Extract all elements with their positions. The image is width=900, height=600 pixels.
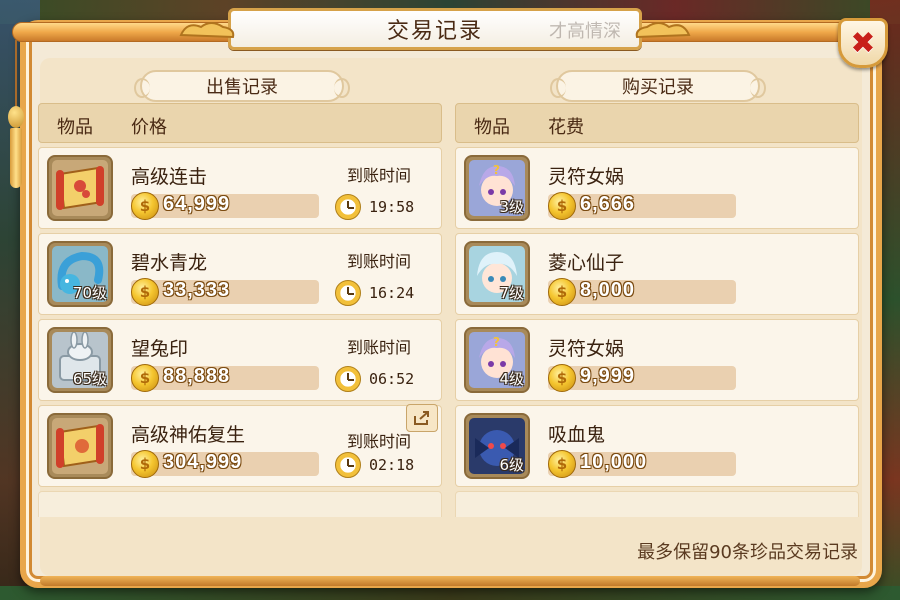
- item-thumbnail: [47, 413, 113, 479]
- buy-list[interactable]: ? 3级 灵符女娲 $ 6,666 7级 菱心仙子 $ 8,000 ? 4级 灵…: [455, 147, 859, 517]
- svg-text:?: ?: [493, 335, 500, 349]
- clock-icon: [335, 366, 361, 392]
- footer-note: 最多保留90条珍品交易记录: [637, 542, 858, 563]
- close-icon: ✖: [850, 25, 876, 61]
- item-thumbnail: 65级: [47, 327, 113, 393]
- item-price: 88,888: [163, 365, 231, 387]
- item-cost: 9,999: [580, 365, 636, 387]
- col-item-header: 物品: [57, 117, 93, 138]
- sell-row[interactable]: 高级神佑复生 $ 304,999 到账时间 02:18: [38, 405, 442, 487]
- gold-coin-icon: $: [548, 192, 576, 220]
- item-level: 6级: [499, 456, 524, 474]
- item-thumbnail: 7级: [464, 241, 530, 307]
- clock-icon: [335, 194, 361, 220]
- arrive-time-label: 到账时间: [346, 432, 411, 451]
- price-bar: [548, 194, 736, 218]
- item-price: 33,333: [163, 279, 231, 301]
- scroll-icon: [52, 418, 108, 474]
- bottom-rail: [40, 576, 860, 586]
- item-thumbnail: [47, 155, 113, 221]
- item-name: 高级神佑复生: [131, 424, 246, 446]
- buy-section-title: 购买记录: [550, 70, 766, 102]
- gold-coin-icon: $: [131, 364, 159, 392]
- scroll-icon: [52, 160, 108, 216]
- item-name: 灵符女娲: [548, 338, 625, 360]
- gold-coin-icon: $: [548, 278, 576, 306]
- item-thumbnail: ? 3级: [464, 155, 530, 221]
- item-thumbnail: 70级: [47, 241, 113, 307]
- item-name: 菱心仙子: [548, 252, 625, 274]
- col-item-header: 物品: [474, 117, 510, 138]
- item-name: 灵符女娲: [548, 166, 625, 188]
- item-price: 64,999: [163, 193, 231, 215]
- gold-coin-icon: $: [548, 364, 576, 392]
- item-price: 304,999: [163, 451, 243, 473]
- item-name: 碧水青龙: [131, 252, 208, 274]
- sell-record-panel: 物品 价格 高级连击 $ 64,999 到账时间 19:58 70级 碧水青龙 …: [38, 103, 442, 517]
- item-level: 7级: [499, 284, 524, 302]
- buy-row[interactable]: ? 4级 灵符女娲 $ 9,999: [455, 319, 859, 401]
- dialog-title: 交易记录: [386, 19, 483, 44]
- col-price-header: 价格: [131, 117, 167, 138]
- gold-coin-icon: $: [131, 278, 159, 306]
- buy-row-partial[interactable]: [455, 491, 859, 517]
- item-name: 望兔印: [131, 338, 189, 360]
- gold-coin-icon: $: [131, 450, 159, 478]
- item-cost: 10,000: [580, 451, 648, 473]
- arrive-time: 16:24: [369, 284, 415, 302]
- share-icon: [414, 411, 429, 425]
- sell-row[interactable]: 70级 碧水青龙 $ 33,333 到账时间 16:24: [38, 233, 442, 315]
- share-button[interactable]: [406, 404, 438, 432]
- arrive-time-label: 到账时间: [346, 252, 411, 271]
- sell-row[interactable]: 65级 望兔印 $ 88,888 到账时间 06:52: [38, 319, 442, 401]
- cloud-ornament-icon: [635, 22, 691, 39]
- gold-coin-icon: $: [548, 450, 576, 478]
- price-bar: [548, 280, 736, 304]
- item-level: 4级: [499, 370, 524, 388]
- svg-text:?: ?: [493, 163, 500, 177]
- arrive-time: 19:58: [369, 198, 415, 216]
- item-thumbnail: 6级: [464, 413, 530, 479]
- buy-row[interactable]: 6级 吸血鬼 $ 10,000: [455, 405, 859, 487]
- game-backdrop-bottom: [0, 586, 900, 600]
- buy-table-header: 物品 花费: [455, 103, 859, 143]
- buy-row[interactable]: ? 3级 灵符女娲 $ 6,666: [455, 147, 859, 229]
- title-banner: 交易记录 才高情深: [179, 8, 691, 50]
- sell-row[interactable]: 高级连击 $ 64,999 到账时间 19:58: [38, 147, 442, 229]
- col-cost-header: 花费: [548, 117, 584, 138]
- sell-row-partial[interactable]: [38, 491, 442, 517]
- arrive-time-label: 到账时间: [346, 166, 411, 185]
- item-level: 65级: [72, 370, 107, 388]
- item-thumbnail: ? 4级: [464, 327, 530, 393]
- item-level: 3级: [499, 198, 524, 216]
- item-cost: 8,000: [580, 279, 636, 301]
- clock-icon: [335, 452, 361, 478]
- clock-icon: [335, 280, 361, 306]
- item-level: 70级: [72, 284, 107, 302]
- item-cost: 6,666: [580, 193, 636, 215]
- arrive-time: 06:52: [369, 370, 415, 388]
- close-button[interactable]: ✖: [838, 18, 888, 68]
- tassel-pendant-icon: [6, 40, 26, 190]
- arrive-time: 02:18: [369, 456, 415, 474]
- title-ink-calligraphy: 才高情深: [549, 21, 621, 42]
- item-name: 吸血鬼: [548, 424, 606, 446]
- sell-list[interactable]: 高级连击 $ 64,999 到账时间 19:58 70级 碧水青龙 $ 33,3…: [38, 147, 442, 517]
- price-bar: [548, 366, 736, 390]
- buy-row[interactable]: 7级 菱心仙子 $ 8,000: [455, 233, 859, 315]
- gold-coin-icon: $: [131, 192, 159, 220]
- sell-table-header: 物品 价格: [38, 103, 442, 143]
- cloud-ornament-icon: [179, 22, 235, 39]
- arrive-time-label: 到账时间: [346, 338, 411, 357]
- sell-section-title: 出售记录: [134, 70, 350, 102]
- buy-record-panel: 物品 花费 ? 3级 灵符女娲 $ 6,666 7级 菱心仙子 $ 8,000 …: [455, 103, 859, 517]
- item-name: 高级连击: [131, 166, 208, 188]
